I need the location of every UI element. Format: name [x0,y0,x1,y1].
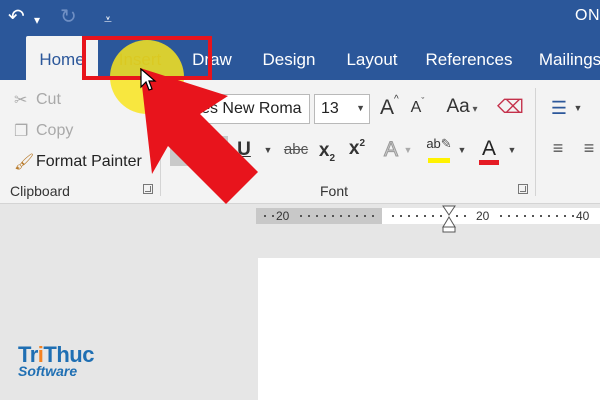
horizontal-ruler[interactable]: 20 20 40 [256,208,600,224]
superscript-button[interactable]: x2 [346,138,368,160]
bullets-dropdown-icon[interactable]: ▼ [572,94,584,122]
font-launcher-icon[interactable] [518,184,528,194]
cut-label: Cut [36,91,61,108]
document-page[interactable] [258,258,600,400]
copy-icon: ❐ [14,123,29,140]
indent-marker-icon[interactable] [442,205,456,233]
ruler-label: 20 [276,209,290,223]
ribbon-panel: ✂ Cut ❐ Copy 🖌 Format Painter Clipboard … [0,80,600,204]
font-color-button[interactable]: A [478,137,500,165]
font-group-label: Font [320,183,349,199]
subscript-button[interactable]: x2 [316,140,338,164]
redo-icon[interactable]: ↻ [60,6,77,28]
bullets-button[interactable]: ☰ [548,98,570,119]
tab-references[interactable]: References [422,36,516,80]
clipboard-group-label: Clipboard [10,183,70,199]
font-size-value: 13 [321,100,339,117]
ruler-area: 20 20 40 [0,205,600,233]
clear-formatting-button[interactable]: ⌫ [497,96,524,119]
window-title: ON [575,7,600,24]
highlight-dropdown-icon[interactable]: ▼ [456,136,468,164]
customize-toolbar-icon[interactable]: ⩡ [104,8,112,30]
tab-layout[interactable]: Layout [338,36,406,80]
ruler-label: 20 [476,209,490,223]
highlight-button[interactable]: ab✎ [426,136,452,163]
text-effects-button[interactable]: A [380,138,402,162]
text-effects-dropdown-icon[interactable]: ▼ [402,136,414,164]
font-size-dropdown-icon: ▼ [356,103,365,113]
undo-icon[interactable]: ↶ [8,6,25,28]
tab-design[interactable]: Design [254,36,324,80]
cut-button[interactable]: ✂ Cut [14,90,61,110]
copy-button[interactable]: ❐ Copy [14,121,73,141]
ruler-label: 40 [576,209,590,223]
align-center-button[interactable]: ≡ [578,138,600,159]
mouse-pointer-icon [140,68,157,91]
shrink-font-button[interactable]: Aˇ [406,96,426,117]
brand-logo: TriThuc Software [18,342,94,379]
change-case-button[interactable]: Aa ▾ [442,96,482,118]
undo-dropdown-icon[interactable]: ▾ [34,9,40,31]
font-color-dropdown-icon[interactable]: ▼ [506,136,518,164]
group-divider [535,88,536,196]
scissors-icon: ✂ [14,92,28,109]
paintbrush-icon: 🖌 [14,154,35,171]
title-bar: ↶ ▾ ↻ ⩡ ON [0,0,600,36]
strikethrough-button[interactable]: abc [282,141,310,158]
align-left-button[interactable]: ≡ [546,138,570,159]
copy-label: Copy [36,122,74,139]
font-size-box[interactable]: 13 ▼ [314,94,370,124]
tab-mailings[interactable]: Mailings [534,36,600,80]
grow-font-button[interactable]: A ^ [376,94,399,120]
underline-dropdown-icon[interactable]: ▼ [262,136,274,164]
